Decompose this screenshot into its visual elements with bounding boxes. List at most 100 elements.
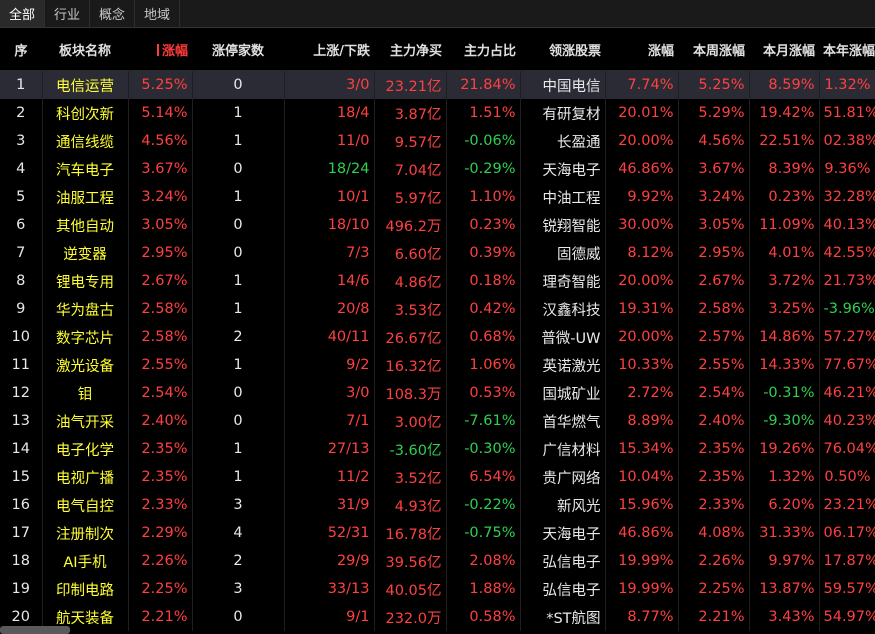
table-row[interactable]: 11 激光设备 2.55% 1 9/2 16.32亿 1.06% 英诺激光 10.33% 2.55… bbox=[0, 351, 875, 379]
leading-stock: 中油工程 bbox=[520, 183, 606, 211]
main-ratio: -0.30% bbox=[446, 435, 521, 463]
sector-name: 科创次新 bbox=[42, 99, 129, 127]
year-change: -3.96% bbox=[819, 295, 875, 323]
limit-up-count: 0 bbox=[192, 155, 285, 183]
year-change: 9.36% bbox=[819, 155, 875, 183]
table-row[interactable]: 20 航天装备 2.21% 0 9/1 232.0万 0.58% *ST航图 8.77% 2.21… bbox=[0, 603, 875, 631]
leader-change: 8.12% bbox=[605, 239, 679, 267]
month-change: 3.25% bbox=[749, 295, 820, 323]
category-tab-bar: 全部 行业 概念 地域 bbox=[0, 0, 875, 28]
table-row[interactable]: 6 其他自动 3.05% 0 18/10 496.2万 0.23% 锐翔智能 30.00% 3.0… bbox=[0, 211, 875, 239]
sector-name: AI手机 bbox=[42, 547, 129, 575]
header-week-change[interactable]: 本周涨幅 bbox=[678, 28, 749, 71]
main-net-buy: 108.3万 bbox=[374, 379, 447, 407]
leading-stock: 贵广网络 bbox=[520, 463, 606, 491]
leader-change: 20.01% bbox=[605, 99, 679, 127]
tab-region[interactable]: 地域 bbox=[135, 0, 181, 27]
leading-stock: 锐翔智能 bbox=[520, 211, 606, 239]
table-row[interactable]: 13 油气开采 2.40% 0 7/1 3.00亿 -7.61% 首华燃气 8.89% 2.40%… bbox=[0, 407, 875, 435]
table-row[interactable]: 7 逆变器 2.95% 0 7/3 6.60亿 0.39% 固德威 8.12% 2.95% 4.01… bbox=[0, 239, 875, 267]
up-down-count: 31/9 bbox=[284, 491, 375, 519]
week-change: 2.33% bbox=[678, 491, 750, 519]
sector-name: 激光设备 bbox=[42, 351, 129, 379]
table-row[interactable]: 9 华为盘古 2.58% 1 20/8 3.53亿 0.42% 汉鑫科技 19.31% 2.58%… bbox=[0, 295, 875, 323]
header-year-change[interactable]: 本年涨幅 bbox=[819, 28, 875, 71]
leader-change: 7.74% bbox=[605, 70, 679, 99]
sector-name: 锂电专用 bbox=[42, 267, 129, 295]
table-row[interactable]: 4 汽车电子 3.67% 0 18/24 7.04亿 -0.29% 天海电子 46.86% 3.6… bbox=[0, 155, 875, 183]
main-ratio: 1.06% bbox=[446, 351, 521, 379]
row-index: 4 bbox=[0, 155, 43, 183]
tab-industry[interactable]: 行业 bbox=[45, 0, 91, 27]
header-main-ratio[interactable]: 主力占比 bbox=[446, 28, 520, 71]
row-index: 2 bbox=[0, 99, 43, 127]
table-row[interactable]: 14 电子化学 2.35% 1 27/13 -3.60亿 -0.30% 广信材料 15.34% 2… bbox=[0, 435, 875, 463]
sector-change: 2.55% bbox=[128, 351, 193, 379]
main-ratio: -0.29% bbox=[446, 155, 521, 183]
leader-change: 10.04% bbox=[605, 463, 679, 491]
row-index: 16 bbox=[0, 491, 43, 519]
limit-up-count: 3 bbox=[192, 575, 285, 603]
header-main-net-buy[interactable]: 主力净买 bbox=[374, 28, 446, 71]
main-ratio: 0.53% bbox=[446, 379, 521, 407]
month-change: 22.51% bbox=[749, 127, 820, 155]
table-row[interactable]: 16 电气自控 2.33% 3 31/9 4.93亿 -0.22% 新风光 15.96% 2.33… bbox=[0, 491, 875, 519]
header-leading-stock[interactable]: 领涨股票 bbox=[520, 28, 605, 71]
sector-change: 2.29% bbox=[128, 519, 193, 547]
limit-up-count: 0 bbox=[192, 379, 285, 407]
header-index[interactable]: 序 bbox=[0, 28, 42, 71]
table-row[interactable]: 5 油服工程 3.24% 1 10/1 5.97亿 1.10% 中油工程 9.92% 3.24% 0… bbox=[0, 183, 875, 211]
row-index: 7 bbox=[0, 239, 43, 267]
header-change-sorted[interactable]: 涨幅 bbox=[128, 28, 192, 71]
header-sector-name[interactable]: 板块名称 bbox=[42, 28, 128, 71]
table-row[interactable]: 12 钼 2.54% 0 3/0 108.3万 0.53% 国城矿业 2.72% 2.54% -0.… bbox=[0, 379, 875, 407]
limit-up-count: 1 bbox=[192, 183, 285, 211]
up-down-count: 29/9 bbox=[284, 547, 375, 575]
row-index: 14 bbox=[0, 435, 43, 463]
row-index: 9 bbox=[0, 295, 43, 323]
table-row[interactable]: 2 科创次新 5.14% 1 18/4 3.87亿 1.51% 有研复材 20.01% 5.29%… bbox=[0, 99, 875, 127]
sector-name: 油服工程 bbox=[42, 183, 129, 211]
leader-change: 8.77% bbox=[605, 603, 679, 631]
tab-all[interactable]: 全部 bbox=[0, 0, 46, 27]
table-row[interactable]: 3 通信线缆 4.56% 1 11/0 9.57亿 -0.06% 长盈通 20.00% 4.56%… bbox=[0, 127, 875, 155]
table-row[interactable]: 1 电信运营 5.25% 0 3/0 23.21亿 21.84% 中国电信 7.74% 5.25%… bbox=[0, 70, 875, 99]
sector-change: 2.95% bbox=[128, 239, 193, 267]
leading-stock: 天海电子 bbox=[520, 519, 606, 547]
year-change: 02.38% bbox=[819, 127, 875, 155]
main-ratio: 0.39% bbox=[446, 239, 521, 267]
main-net-buy: 3.87亿 bbox=[374, 99, 447, 127]
main-net-buy: 26.67亿 bbox=[374, 323, 447, 351]
month-change: 14.86% bbox=[749, 323, 820, 351]
table-row[interactable]: 15 电视广播 2.35% 1 11/2 3.52亿 6.54% 贵广网络 10.04% 2.35… bbox=[0, 463, 875, 491]
main-net-buy: 4.86亿 bbox=[374, 267, 447, 295]
week-change: 2.35% bbox=[678, 463, 750, 491]
main-ratio: 0.42% bbox=[446, 295, 521, 323]
header-leader-change[interactable]: 涨幅 bbox=[605, 28, 678, 71]
table-row[interactable]: 19 印制电路 2.25% 3 33/13 40.05亿 1.88% 弘信电子 19.99% 2.… bbox=[0, 575, 875, 603]
year-change: 32.28% bbox=[819, 183, 875, 211]
week-change: 5.25% bbox=[678, 70, 750, 99]
header-limit-up-count[interactable]: 涨停家数 bbox=[192, 28, 284, 71]
leader-change: 10.33% bbox=[605, 351, 679, 379]
main-ratio: 0.18% bbox=[446, 267, 521, 295]
horizontal-scrollbar[interactable] bbox=[0, 626, 70, 634]
year-change: 59.57% bbox=[819, 575, 875, 603]
leading-stock: 理奇智能 bbox=[520, 267, 606, 295]
header-up-down[interactable]: 上涨/下跌 bbox=[284, 28, 374, 71]
table-row[interactable]: 8 锂电专用 2.67% 1 14/6 4.86亿 0.18% 理奇智能 20.00% 2.67%… bbox=[0, 267, 875, 295]
up-down-count: 7/1 bbox=[284, 407, 375, 435]
table-row[interactable]: 18 AI手机 2.26% 2 29/9 39.56亿 2.08% 弘信电子 19.99% 2.2… bbox=[0, 547, 875, 575]
year-change: 77.67% bbox=[819, 351, 875, 379]
tab-concept[interactable]: 概念 bbox=[90, 0, 136, 27]
table-row[interactable]: 17 注册制次 2.29% 4 52/31 16.78亿 -0.75% 天海电子 46.86% 4… bbox=[0, 519, 875, 547]
limit-up-count: 4 bbox=[192, 519, 285, 547]
table-row[interactable]: 10 数字芯片 2.58% 2 40/11 26.67亿 0.68% 普微-UW 20.00% 2… bbox=[0, 323, 875, 351]
up-down-count: 7/3 bbox=[284, 239, 375, 267]
up-down-count: 11/0 bbox=[284, 127, 375, 155]
sector-change: 2.33% bbox=[128, 491, 193, 519]
row-index: 11 bbox=[0, 351, 43, 379]
up-down-count: 9/2 bbox=[284, 351, 375, 379]
main-net-buy: 16.32亿 bbox=[374, 351, 447, 379]
header-month-change[interactable]: 本月涨幅 bbox=[749, 28, 819, 71]
